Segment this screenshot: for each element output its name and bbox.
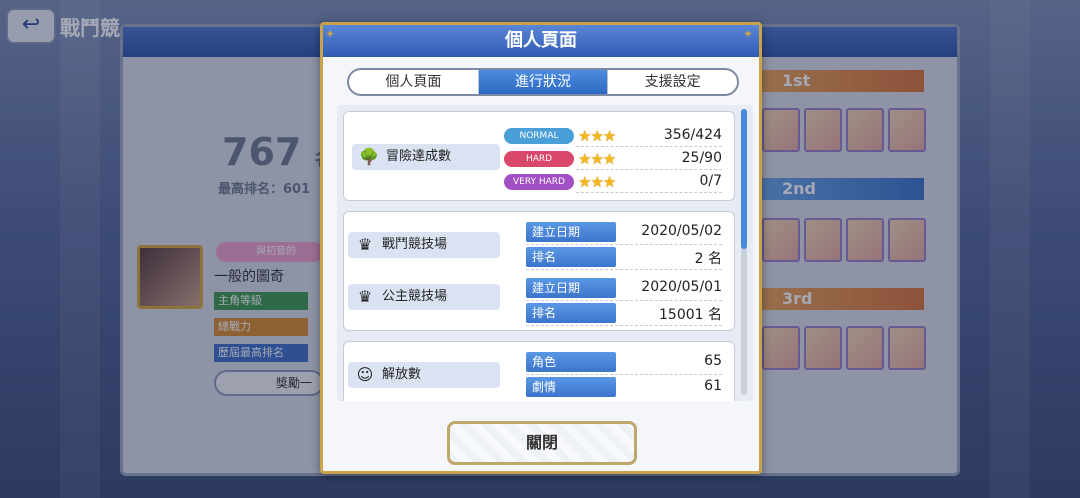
unlocks-card: ☺ 解放數 角色 65 劇情 61 [343, 341, 735, 401]
princess-crown-icon: ♛ [357, 287, 373, 306]
battle-arena-label: ♛ 戰鬥競技場 [348, 232, 500, 258]
arena-rank-value: 2 名 [694, 251, 722, 267]
arena-crown-icon: ♛ [357, 235, 373, 254]
tree-icon: 🌳 [359, 147, 379, 166]
scrollbar[interactable] [741, 109, 747, 395]
dialog-title: 個人頁面 [323, 25, 759, 57]
hard-stars-icon: ★★★ [578, 150, 616, 168]
divider [576, 169, 722, 170]
divider [526, 244, 722, 245]
unlocks-label-text: 解放數 [382, 367, 422, 382]
corner-ornament-icon: ✦ [325, 27, 336, 41]
divider [576, 146, 722, 147]
princess-arena-rank-label: 排名 [526, 303, 616, 323]
divider [526, 374, 722, 375]
tab-progress[interactable]: 進行狀況 [478, 70, 609, 94]
character-count-label: 角色 [526, 352, 616, 372]
tab-profile[interactable]: 個人頁面 [349, 70, 479, 94]
divider [526, 325, 722, 326]
character-count-value: 65 [704, 353, 722, 369]
battle-arena-label-text: 戰鬥競技場 [382, 237, 448, 252]
divider [526, 269, 722, 270]
close-button[interactable]: 關閉 [447, 421, 637, 465]
divider [576, 192, 722, 193]
character-portrait-icon: ☺ [356, 365, 374, 384]
corner-ornament-icon: ✦ [743, 27, 754, 41]
princess-arena-date-value: 2020/05/01 [641, 279, 722, 295]
princess-arena-label-text: 公主競技場 [382, 289, 448, 304]
normal-stars-icon: ★★★ [578, 127, 616, 145]
adventure-card: 🌳 冒險達成數 NORMAL ★★★ 356/424 HARD ★★★ 25/9… [343, 111, 735, 201]
arena-rank-label: 排名 [526, 247, 616, 267]
normal-progress-value: 356/424 [663, 127, 722, 143]
very-hard-stars-icon: ★★★ [578, 173, 616, 191]
princess-arena-rank-value: 15001 名 [659, 307, 722, 323]
adventure-label-text: 冒險達成數 [386, 149, 452, 164]
princess-arena-label: ♛ 公主競技場 [348, 284, 500, 310]
difficulty-normal-pill: NORMAL [504, 128, 574, 144]
arena-date-value: 2020/05/02 [641, 223, 722, 239]
dialog-tabs: 個人頁面 進行狀況 支援設定 [347, 68, 739, 96]
princess-arena-date-label: 建立日期 [526, 278, 616, 298]
progress-scroll-area[interactable]: 🌳 冒險達成數 NORMAL ★★★ 356/424 HARD ★★★ 25/9… [337, 105, 753, 401]
story-count-label: 劇情 [526, 377, 616, 397]
difficulty-very-hard-pill: VERY HARD [504, 174, 574, 190]
adventure-label: 🌳 冒險達成數 [352, 144, 500, 170]
arena-card: ♛ 戰鬥競技場 建立日期 2020/05/02 排名 2 名 ♛ 公主競技場 建… [343, 211, 735, 331]
story-count-value: 61 [704, 378, 722, 394]
hard-progress-value: 25/90 [681, 150, 722, 166]
difficulty-hard-pill: HARD [504, 151, 574, 167]
profile-dialog: 個人頁面 ✦ ✦ 個人頁面 進行狀況 支援設定 🌳 冒險達成數 NORMAL ★… [320, 22, 762, 474]
scrollbar-thumb[interactable] [741, 109, 747, 249]
divider [526, 300, 722, 301]
arena-date-label: 建立日期 [526, 222, 616, 242]
very-hard-progress-value: 0/7 [699, 173, 722, 189]
unlocks-label: ☺ 解放數 [348, 362, 500, 388]
tab-support-settings[interactable]: 支援設定 [608, 70, 737, 94]
